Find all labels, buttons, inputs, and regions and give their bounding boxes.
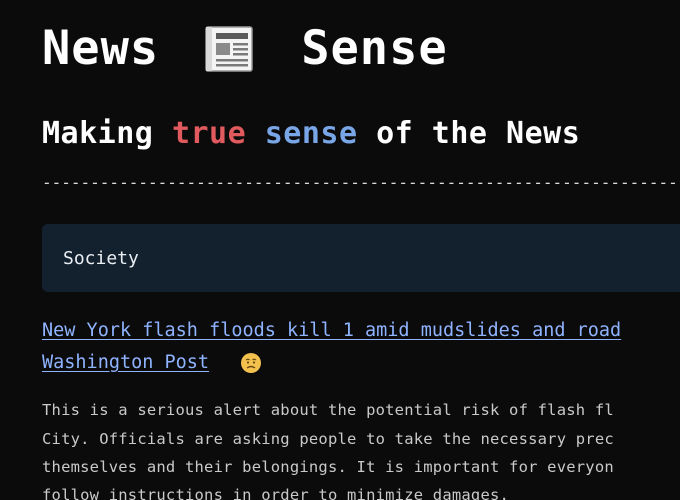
article-headline-link[interactable]: New York flash floods kill 1 amid mudsli… (42, 320, 621, 341)
tagline-true: true (171, 116, 247, 151)
page: News Sense Making true sense of the News… (42, 0, 680, 500)
article-summary-line: City. Officials are asking people to tak… (42, 430, 614, 448)
tagline: Making true sense of the News (42, 116, 580, 151)
site-title: News Sense (42, 18, 448, 78)
article-summary-line: This is a serious alert about the potent… (42, 401, 614, 419)
tagline-sense: sense (264, 116, 358, 151)
category-label: Society (63, 248, 139, 269)
tagline-making: Making (42, 116, 154, 151)
site-title-news: News (42, 20, 160, 76)
tagline-rest: of the News (376, 116, 581, 151)
category-section: Society (42, 224, 680, 292)
article-source-link[interactable]: Washington Post (42, 352, 209, 373)
article-summary-line: themselves and their belongings. It is i… (42, 458, 614, 476)
dashed-divider: ----------------------------------------… (42, 173, 680, 192)
worried-face-emoji-icon (240, 352, 262, 374)
article-summary-line: follow instructions in order to minimize… (42, 486, 510, 500)
newspaper-icon (203, 25, 257, 75)
site-title-sense: Sense (301, 20, 448, 76)
